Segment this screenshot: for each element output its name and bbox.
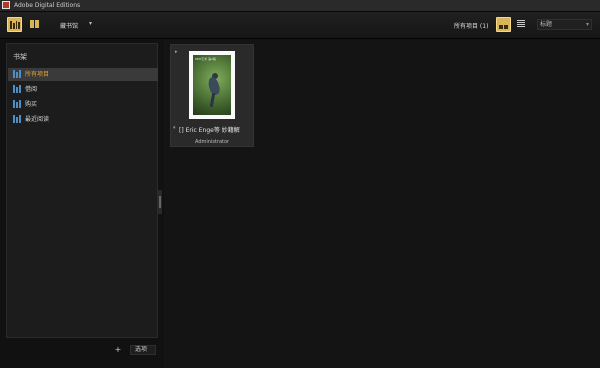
shelf-icon <box>13 70 21 78</box>
sidebar-item-label: 最近阅读 <box>25 116 50 123</box>
book-view-icon <box>30 20 40 28</box>
cover-text: SEO艺术 第2版 <box>195 57 217 61</box>
bookshelf-icon <box>10 21 20 29</box>
sidebar-item-label: 所有项目 <box>25 71 50 78</box>
panel-splitter[interactable] <box>158 190 162 214</box>
sidebar-item-borrowed[interactable]: 借阅 <box>8 83 158 96</box>
list-view-button[interactable] <box>514 17 529 32</box>
sidebar-item-recent[interactable]: 最近阅读 <box>8 113 158 126</box>
shelf-icon <box>13 85 21 93</box>
grid-view-button[interactable] <box>496 17 511 32</box>
shelf-icon <box>13 115 21 123</box>
expand-arrow-icon[interactable]: ▸ <box>175 49 178 55</box>
all-items-count: 所有项目 (1) <box>454 23 489 30</box>
library-view-button[interactable] <box>7 17 22 32</box>
app-icon <box>2 1 10 9</box>
book-cover[interactable]: SEO艺术 第2版 <box>189 51 235 119</box>
chevron-down-icon[interactable]: ▾ <box>89 20 92 27</box>
sidebar-heading: 书架 <box>13 53 27 61</box>
window-title: Adobe Digital Editions <box>14 2 81 9</box>
shelf-icon <box>13 100 21 108</box>
list-view-icon <box>517 20 525 29</box>
sidebar-footer: + 选项 <box>6 344 158 358</box>
grid-view-icon <box>499 21 509 29</box>
add-shelf-button[interactable]: + <box>114 346 122 354</box>
book-menu-icon[interactable]: ▾ <box>173 125 176 131</box>
cover-image: SEO艺术 第2版 <box>193 55 231 115</box>
sidebar-item-purchased[interactable]: 购买 <box>8 98 158 111</box>
sort-select[interactable]: 标题 ▾ <box>537 19 592 30</box>
title-bar: Adobe Digital Editions <box>0 0 600 12</box>
library-dropdown[interactable]: 藏书馆 <box>60 21 78 30</box>
book-author: Administrator <box>195 139 230 145</box>
reading-view-button[interactable] <box>28 17 43 32</box>
book-tile[interactable]: ▸ SEO艺术 第2版 ▾ [] Eric Enge等 妙籍解 Administ… <box>170 44 254 147</box>
sidebar-item-label: 购买 <box>25 101 38 108</box>
sidebar-item-label: 借阅 <box>25 86 38 93</box>
book-title: [] Eric Enge等 妙籍解 <box>179 127 240 134</box>
chevron-down-icon: ▾ <box>585 21 589 28</box>
sidebar-item-all[interactable]: 所有项目 <box>8 68 158 81</box>
options-button[interactable]: 选项 <box>130 345 156 355</box>
bookshelf-sidebar: 书架 所有项目 借阅 购买 最近阅读 <box>6 43 158 338</box>
sort-value: 标题 <box>540 21 553 28</box>
toolbar: 藏书馆 ▾ 所有项目 (1) 标题 ▾ <box>0 12 600 39</box>
